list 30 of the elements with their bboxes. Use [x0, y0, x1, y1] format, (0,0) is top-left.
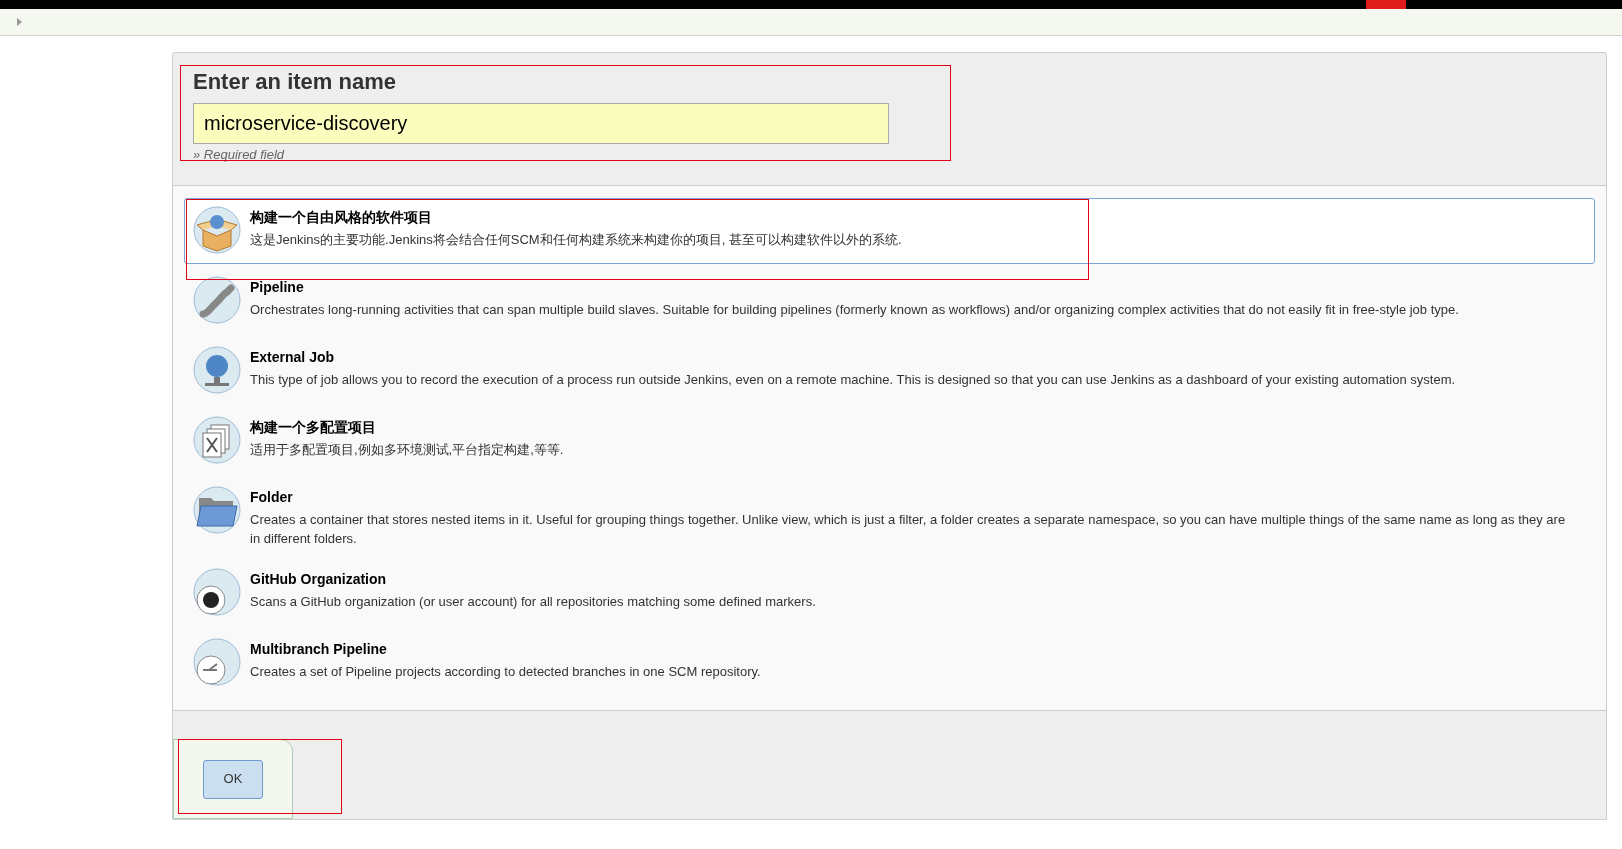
globe-on-stand-icon	[193, 346, 241, 394]
pipe-icon	[193, 276, 241, 324]
required-hint: » Required field	[193, 147, 286, 163]
job-type-option[interactable]: 构建一个自由风格的软件项目 这是Jenkins的主要功能.Jenkins将会结合任何SCM和任何构建系统来构建你的项目, 甚至可以构建软件以外的系统.	[184, 198, 1595, 264]
branch-icon	[193, 638, 241, 686]
option-description: Scans a GitHub organization (or user account) for all repositories matching some defined markers.	[250, 593, 817, 611]
option-description: Creates a set of Pipeline projects according to detected branches in one SCM repository.	[250, 663, 762, 681]
option-description: Orchestrates long-running activities that can span multiple build slaves. Suitable for building pipelines (formerly known as workflows) and/or organizing complex activities that do not easily fit in free-style job type.	[250, 301, 1460, 319]
option-title: 构建一个自由风格的软件项目	[250, 208, 433, 227]
option-title: External Job	[250, 348, 336, 367]
option-description: Creates a container that stores nested items in it. Useful for grouping things together. Unlike view, which is just a filter, a folder creates a separate namespace, so you can have multiple things of the same name as long as they are in different folders.	[250, 511, 1567, 548]
job-type-option[interactable]: GitHub Organization Scans a GitHub organization (or user account) for all repositories matching some defined markers.	[184, 560, 1595, 626]
box-with-globe-icon	[193, 206, 241, 254]
item-name-field[interactable]: microservice-discovery	[193, 103, 889, 144]
section-title: Enter an item name	[193, 69, 397, 95]
caret-icon[interactable]	[17, 18, 22, 26]
option-title: Folder	[250, 488, 294, 507]
documents-with-tools-icon	[193, 416, 241, 464]
option-description: 适用于多配置项目,例如多环境测试,平台指定构建,等等.	[250, 441, 565, 459]
option-description: 这是Jenkins的主要功能.Jenkins将会结合任何SCM和任何构建系统来构建你的项目, 甚至可以构建软件以外的系统.	[250, 231, 903, 249]
job-type-option[interactable]: 构建一个多配置项目 适用于多配置项目,例如多环境测试,平台指定构建,等等.	[184, 408, 1595, 474]
ok-button[interactable]: OK	[203, 759, 263, 799]
job-type-option[interactable]: Multibranch Pipeline Creates a set of Pipeline projects according to detected branches in one SCM repository.	[184, 630, 1595, 696]
tab-marker	[1366, 0, 1406, 9]
option-title: Pipeline	[250, 278, 305, 297]
folder-icon	[193, 486, 241, 534]
option-description: This type of job allows you to record the execution of a process run outside Jenkins, even on a remote machine. This is designed so that you can use Jenkins as a dashboard of your existing automation system.	[250, 371, 1457, 389]
option-title: 构建一个多配置项目	[250, 418, 377, 437]
option-title: Multibranch Pipeline	[250, 640, 388, 659]
option-title: GitHub Organization	[250, 570, 388, 589]
